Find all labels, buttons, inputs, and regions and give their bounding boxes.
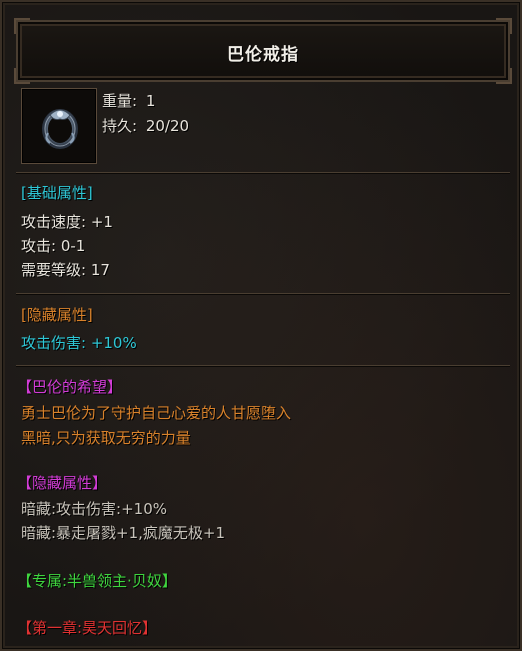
divider bbox=[16, 293, 510, 294]
corner-ornament bbox=[14, 18, 30, 34]
corner-ornament bbox=[496, 68, 512, 84]
corner-ornament bbox=[14, 68, 30, 84]
durability-row: 持久: 20/20 bbox=[102, 117, 189, 135]
divider bbox=[16, 365, 510, 366]
exclusive-owner: 【专属:半兽领主·贝奴】 bbox=[17, 572, 177, 590]
weight-value: 1 bbox=[145, 92, 156, 110]
item-icon-slot bbox=[21, 88, 97, 164]
base-attribute-line: 攻击速度: +1 bbox=[21, 213, 113, 231]
chapter-label: 【第一章:昊天回忆】 bbox=[17, 619, 158, 637]
hidden-attribute-line: 攻击伤害: +10% bbox=[21, 334, 137, 352]
divider bbox=[16, 172, 510, 173]
hidden-attributes-header: [隐藏属性] bbox=[21, 306, 93, 324]
item-title-bar: 巴伦戒指 bbox=[14, 18, 512, 84]
lore-line: 黑暗,只为获取无穷的力量 bbox=[21, 429, 191, 447]
corner-ornament bbox=[496, 18, 512, 34]
lore-header: 【巴伦的希望】 bbox=[17, 378, 123, 396]
item-tooltip: 巴伦戒指 重量: 1 持久: 20/20 [基础属性] 攻击速度: +1 攻击:… bbox=[0, 0, 522, 651]
lore-line: 勇士巴伦为了守护自己心爱的人甘愿堕入 bbox=[21, 404, 292, 422]
hidden-attribute-2-line: 暗藏:暴走屠戮+1,疯魔无极+1 bbox=[21, 524, 226, 542]
durability-label: 持久: bbox=[102, 117, 138, 135]
weight-label: 重量: bbox=[102, 92, 138, 110]
durability-value: 20/20 bbox=[145, 117, 190, 135]
base-attribute-line: 需要等级: 17 bbox=[21, 261, 110, 279]
weight-row: 重量: 1 bbox=[102, 92, 155, 110]
hidden-attribute-2-line: 暗藏:攻击伤害:+10% bbox=[21, 500, 168, 518]
ring-icon bbox=[42, 109, 78, 149]
base-attribute-line: 攻击: 0-1 bbox=[21, 237, 86, 255]
item-name: 巴伦戒指 bbox=[227, 45, 299, 65]
hidden-attributes-2-header: 【隐藏属性】 bbox=[17, 474, 108, 492]
base-attributes-header: [基础属性] bbox=[21, 184, 93, 202]
